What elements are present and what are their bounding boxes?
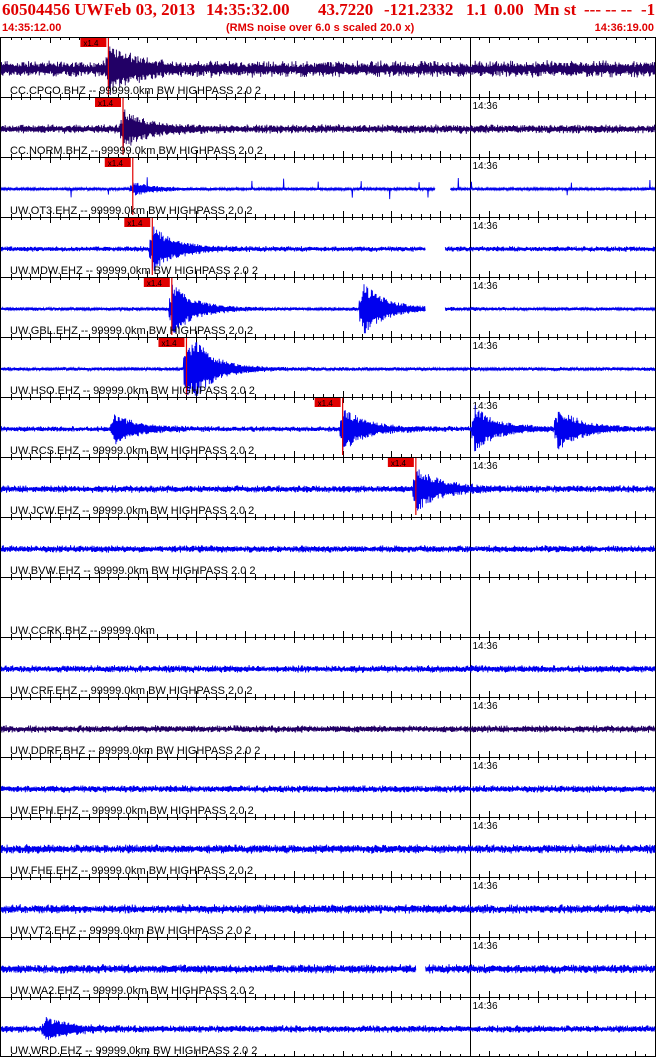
minute-tick-label: 14:36 [473, 881, 498, 892]
station-label: UW.GBL.EHZ -- 99999.0km BW HIGHPASS 2.0 … [10, 325, 253, 337]
trace-row: 14:36 x1.4 UW.OT3.EHZ -- 99999.0km BW HIGH… [0, 157, 656, 217]
station-label: UW.VT2.EHZ -- 99999.0km BW HIGHPASS 2.0 … [10, 925, 251, 937]
pick-scale-label: x1.4 [147, 279, 163, 288]
waveform-trace [0, 904, 656, 914]
station-label: UW.OT3.EHZ -- 99999.0km BW HIGHPASS 2.0 … [10, 205, 252, 217]
waveform-trace [0, 785, 656, 793]
minute-tick-label: 14:36 [473, 821, 498, 832]
station-label: UW.HSO.EHZ -- 99999.0km BW HIGHPASS 2.0 … [10, 385, 255, 397]
minute-tick-label: 14:36 [473, 701, 498, 712]
waveform-trace [0, 665, 656, 673]
minute-tick-label: 14:36 [473, 941, 498, 952]
trace-row: 14:36 x1.4 UW.GBL.EHZ -- 99999.0km BW HIGH… [0, 277, 656, 337]
trace-row: 14:36 UW.CRF.EHZ -- 99999.0km BW HIGHPASS… [0, 637, 656, 697]
station-label: UW.JCW.EHZ -- 99999.0km BW HIGHPASS 2.0 … [10, 505, 254, 517]
pick-scale-label: x1.4 [83, 39, 99, 48]
pick-scale-label: x1.4 [108, 159, 124, 168]
trace-row: UW.BVW.EHZ -- 99999.0km BW HIGHPASS 2.0 … [0, 517, 656, 577]
trace-row: 14:36 UW.EPH.EHZ -- 99999.0km BW HIGHPASS… [0, 757, 656, 817]
pick-scale-label: x1.4 [391, 459, 407, 468]
station-label: CC.NORM.BHZ -- 99999.0km BW HIGHPASS 2.0… [10, 145, 263, 157]
station-label: CC.CPCO.BHZ -- 99999.0km BW HIGHPASS 2.0… [10, 85, 261, 97]
minute-tick-label: 14:36 [473, 761, 498, 772]
station-label: UW.WRD.EHZ -- 99999.0km BW HIGHPASS 2.0 … [10, 1045, 257, 1057]
waveform-trace [0, 545, 656, 553]
trace-row: UW.CCRK.BHZ -- 99999.0km [0, 577, 656, 637]
waveform-trace [0, 109, 656, 148]
trace-row: 14:36 x1.4 UW.MDW.EHZ -- 99999.0km BW HIGH… [0, 217, 656, 277]
station-label: UW.RCS.EHZ -- 99999.0km BW HIGHPASS 2.0 … [10, 445, 254, 457]
station-label: UW.CCRK.BHZ -- 99999.0km [10, 625, 155, 637]
waveform-trace [0, 964, 656, 974]
trace-row: 14:36 x1.4 UW.RCS.EHZ -- 99999.0km BW HIGH… [0, 397, 656, 457]
minute-tick-label: 14:36 [473, 401, 498, 412]
minute-tick-label: 14:36 [473, 1001, 498, 1012]
trace-row: x1.4 CC.CPCO.BHZ -- 99999.0km BW HIGHPASS… [0, 37, 656, 97]
waveform-trace [0, 844, 656, 854]
waveform-trace [0, 725, 656, 733]
station-label: UW.DDRF.BHZ -- 99999.0km BW HIGHPASS 2.0… [10, 745, 260, 757]
pick-scale-label: x1.4 [127, 219, 143, 228]
pick-scale-label: x1.4 [318, 399, 334, 408]
minute-tick-label: 14:36 [473, 341, 498, 352]
pick-scale-label: x1.4 [161, 339, 177, 348]
trace-row: 14:36 UW.FHE.EHZ -- 99999.0km BW HIGHPASS… [0, 817, 656, 877]
minute-tick-label: 14:36 [473, 281, 498, 292]
minute-tick-label: 14:36 [473, 461, 498, 472]
station-label: UW.EPH.EHZ -- 99999.0km BW HIGHPASS 2.0 … [10, 805, 254, 817]
station-label: UW.MDW.EHZ -- 99999.0km BW HIGHPASS 2.0 … [10, 265, 258, 277]
station-label: UW.WA2.EHZ -- 99999.0km BW HIGHPASS 2.0 … [10, 985, 255, 997]
trace-row: 14:36 x1.4 UW.JCW.EHZ -- 99999.0km BW HIGH… [0, 457, 656, 517]
trace-row: 14:36 x1.4 CC.NORM.BHZ -- 99999.0km BW HIG… [0, 97, 656, 157]
trace-row: 14:36 UW.VT2.EHZ -- 99999.0km BW HIGHPASS… [0, 877, 656, 937]
waveform-trace [0, 177, 656, 200]
pick-scale-label: x1.4 [98, 99, 114, 108]
waveform-trace [0, 1016, 656, 1040]
minute-tick-label: 14:36 [473, 641, 498, 652]
station-label: UW.CRF.EHZ -- 99999.0km BW HIGHPASS 2.0 … [10, 685, 252, 697]
trace-row: 14:36 UW.WA2.EHZ -- 99999.0km BW HIGHPASS… [0, 937, 656, 997]
station-label: UW.FHE.EHZ -- 99999.0km BW HIGHPASS 2.0 … [10, 865, 253, 877]
seismogram-plot: x1.4 CC.CPCO.BHZ -- 99999.0km BW HIGHPASS… [0, 37, 656, 1057]
minute-tick-label: 14:36 [473, 221, 498, 232]
trace-row: 14:36 x1.4 UW.HSO.EHZ -- 99999.0km BW HIGH… [0, 337, 656, 397]
minute-tick-label: 14:36 [473, 101, 498, 112]
trace-row: 14:36 UW.DDRF.BHZ -- 99999.0km BW HIGHPAS… [0, 697, 656, 757]
minute-tick-label: 14:36 [473, 161, 498, 172]
station-label: UW.BVW.EHZ -- 99999.0km BW HIGHPASS 2.0 … [10, 565, 256, 577]
trace-row: 14:36 UW.WRD.EHZ -- 99999.0km BW HIGHPASS… [0, 997, 656, 1057]
